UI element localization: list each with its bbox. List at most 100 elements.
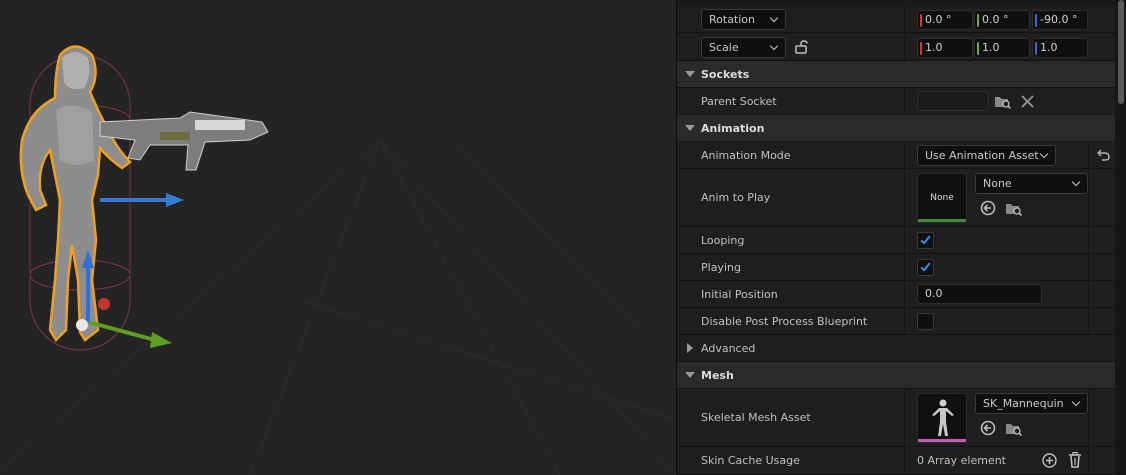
scale-y-value: 1.0 bbox=[982, 41, 1000, 54]
rotation-y-field[interactable]: 0.0 ° bbox=[974, 10, 1030, 30]
scale-row: Scale 1.0 1.0 1.0 bbox=[677, 34, 1115, 61]
chevron-down-icon bbox=[769, 13, 779, 23]
anim-to-play-label: Anim to Play bbox=[701, 191, 771, 204]
expand-arrow-icon bbox=[685, 125, 695, 131]
anim-asset-type-bar bbox=[918, 219, 966, 222]
sockets-title: Sockets bbox=[701, 68, 750, 81]
parent-socket-field[interactable] bbox=[917, 91, 989, 111]
initial-position-label: Initial Position bbox=[701, 288, 778, 301]
checkmark-icon bbox=[920, 233, 931, 245]
unlock-icon[interactable] bbox=[794, 40, 808, 54]
rotation-z-field[interactable]: -90.0 ° bbox=[1032, 10, 1088, 30]
mesh-category-header[interactable]: Mesh bbox=[677, 362, 1115, 389]
column-splitter[interactable] bbox=[904, 389, 905, 446]
scale-x-field[interactable]: 1.0 bbox=[917, 38, 973, 58]
anim-to-play-row: Anim to Play None None bbox=[677, 169, 1115, 227]
skin-cache-count: 0 Array element bbox=[917, 454, 1006, 467]
disable-post-process-checkbox[interactable] bbox=[917, 313, 934, 330]
playing-label: Playing bbox=[701, 261, 741, 274]
column-splitter[interactable] bbox=[904, 34, 905, 60]
playing-row: Playing bbox=[677, 254, 1115, 281]
x-axis-stripe bbox=[920, 42, 922, 55]
skeletal-mesh-label: Skeletal Mesh Asset bbox=[701, 411, 811, 424]
chevron-down-icon bbox=[769, 41, 779, 51]
column-splitter[interactable] bbox=[904, 308, 905, 334]
column-splitter[interactable] bbox=[904, 281, 905, 307]
skeletal-mesh-picker[interactable]: SK_Mannequin bbox=[975, 393, 1088, 414]
column-splitter[interactable] bbox=[904, 142, 905, 168]
animation-mode-value: Use Animation Asset bbox=[925, 149, 1039, 162]
x-axis-stripe bbox=[920, 14, 922, 27]
mesh-asset-type-bar bbox=[918, 439, 966, 442]
column-splitter[interactable] bbox=[904, 88, 905, 114]
mesh-title: Mesh bbox=[701, 369, 734, 382]
skeletal-mesh-value: SK_Mannequin bbox=[983, 397, 1064, 410]
animation-mode-row: Animation Mode Use Animation Asset bbox=[677, 142, 1115, 169]
chevron-down-icon bbox=[1071, 177, 1081, 187]
mannequin[interactable] bbox=[19, 45, 132, 343]
scrollbar-thumb[interactable] bbox=[1118, 0, 1124, 104]
browse-folder-icon[interactable] bbox=[994, 94, 1012, 109]
scale-mode-dropdown[interactable]: Scale bbox=[701, 37, 786, 58]
browse-folder-icon[interactable] bbox=[1005, 421, 1023, 436]
mannequin-thumbnail-icon bbox=[932, 399, 954, 436]
expand-arrow-icon bbox=[685, 71, 695, 77]
use-selected-asset-icon[interactable] bbox=[980, 200, 996, 216]
viewport-scene bbox=[0, 45, 676, 475]
animation-mode-label: Animation Mode bbox=[701, 149, 791, 162]
chevron-down-icon bbox=[1039, 149, 1049, 159]
expand-arrow-icon bbox=[685, 372, 695, 378]
looping-checkbox[interactable] bbox=[917, 232, 934, 249]
disable-post-process-label: Disable Post Process Blueprint bbox=[701, 315, 868, 328]
playing-checkbox[interactable] bbox=[917, 259, 934, 276]
advanced-expander-row[interactable]: Advanced bbox=[677, 335, 1115, 362]
reset-column-divider bbox=[1088, 389, 1089, 446]
rotation-x-value: 0.0 ° bbox=[925, 13, 952, 26]
initial-position-field[interactable]: 0.0 bbox=[917, 284, 1042, 304]
anim-asset-thumbnail[interactable]: None bbox=[917, 173, 967, 223]
column-splitter[interactable] bbox=[904, 447, 905, 474]
column-splitter[interactable] bbox=[904, 169, 905, 226]
initial-position-row: Initial Position 0.0 bbox=[677, 281, 1115, 308]
scale-z-field[interactable]: 1.0 bbox=[1032, 38, 1088, 58]
reset-column-divider bbox=[1088, 308, 1089, 334]
column-splitter[interactable] bbox=[904, 254, 905, 280]
animation-category-header[interactable]: Animation bbox=[677, 115, 1115, 142]
advanced-label: Advanced bbox=[701, 342, 756, 355]
browse-folder-icon[interactable] bbox=[1005, 201, 1023, 216]
clear-x-icon[interactable] bbox=[1021, 95, 1034, 108]
skeletal-mesh-thumbnail[interactable] bbox=[917, 393, 967, 443]
reset-column-divider bbox=[1088, 281, 1089, 307]
column-splitter[interactable] bbox=[904, 227, 905, 253]
animation-mode-dropdown[interactable]: Use Animation Asset bbox=[917, 145, 1056, 166]
animation-title: Animation bbox=[701, 122, 765, 135]
reset-column-divider bbox=[1088, 447, 1089, 474]
rotation-x-field[interactable]: 0.0 ° bbox=[917, 10, 973, 30]
column-splitter[interactable] bbox=[904, 6, 905, 32]
rotation-z-value: -90.0 ° bbox=[1040, 13, 1078, 26]
initial-position-value: 0.0 bbox=[925, 287, 943, 300]
anim-asset-picker[interactable]: None bbox=[975, 173, 1088, 194]
reset-column-divider bbox=[1088, 254, 1089, 280]
add-element-icon[interactable] bbox=[1042, 453, 1057, 468]
skin-cache-label: Skin Cache Usage bbox=[701, 454, 800, 467]
scale-y-field[interactable]: 1.0 bbox=[974, 38, 1030, 58]
trash-icon[interactable] bbox=[1068, 452, 1082, 468]
level-viewport[interactable] bbox=[0, 0, 676, 475]
reset-column-divider bbox=[1088, 142, 1089, 168]
reset-column-divider bbox=[1088, 169, 1089, 226]
collapsed-arrow-icon bbox=[687, 343, 693, 353]
sockets-category-header[interactable]: Sockets bbox=[677, 61, 1115, 88]
anim-thumbnail-text: None bbox=[930, 193, 954, 203]
rotation-mode-label: Rotation bbox=[709, 13, 756, 26]
use-selected-asset-icon[interactable] bbox=[980, 420, 996, 436]
y-axis-stripe bbox=[977, 42, 979, 55]
scale-x-value: 1.0 bbox=[925, 41, 943, 54]
rotation-y-value: 0.0 ° bbox=[982, 13, 1009, 26]
rotation-row: Rotation 0.0 ° 0.0 ° -90.0 ° bbox=[677, 6, 1115, 33]
y-axis-stripe bbox=[977, 14, 979, 27]
checkmark-icon bbox=[920, 260, 931, 272]
rotation-mode-dropdown[interactable]: Rotation bbox=[701, 9, 786, 30]
reset-to-default-icon[interactable] bbox=[1097, 149, 1110, 161]
chevron-down-icon bbox=[1071, 397, 1081, 407]
